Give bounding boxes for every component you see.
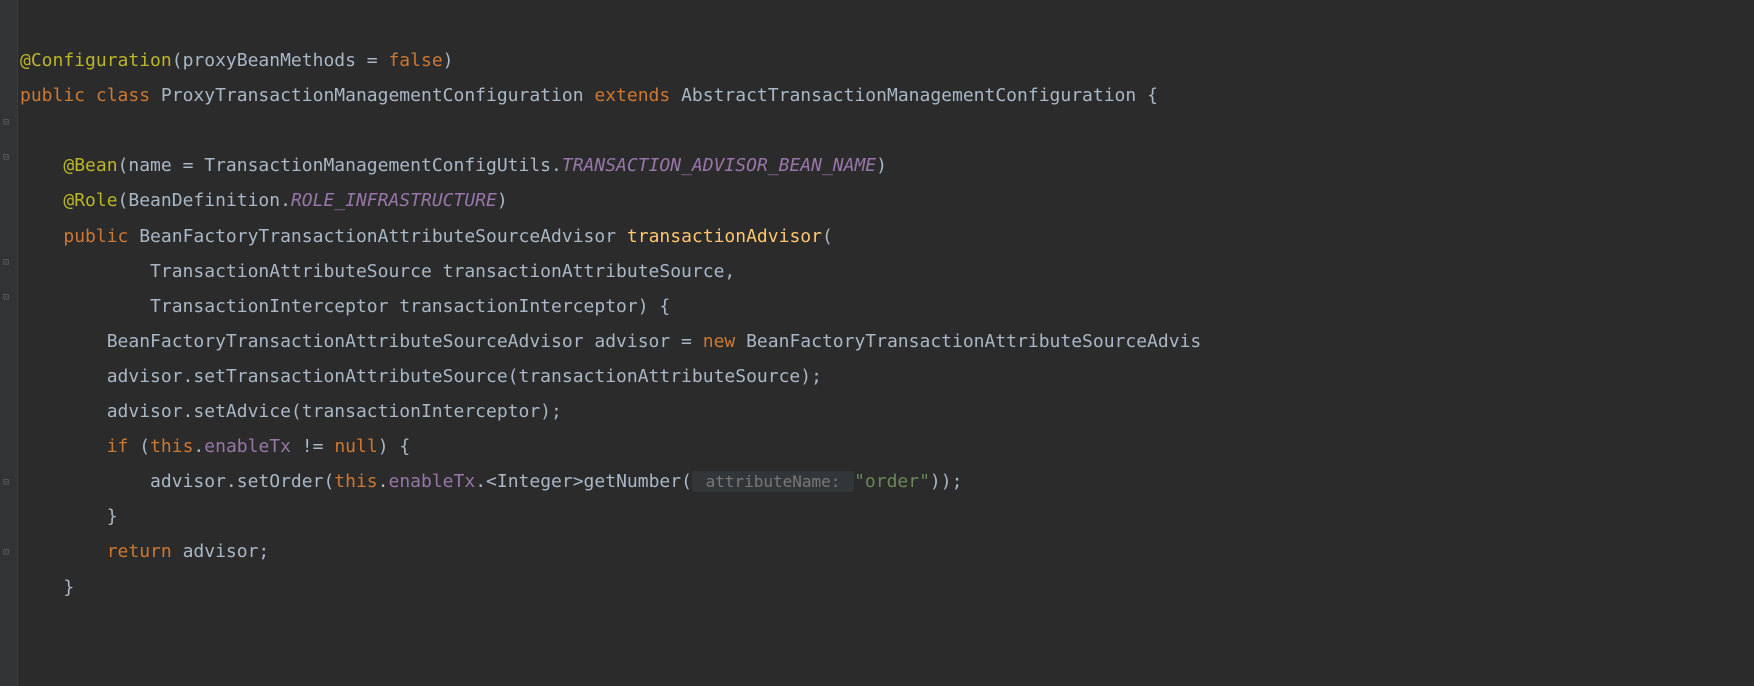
param-decl: TransactionInterceptor transactionInterc… (150, 296, 670, 317)
code-line: advisor.setOrder(this.enableTx.<Integer>… (20, 471, 962, 492)
fold-marker-icon[interactable]: ⊟ (3, 478, 13, 488)
code-line: @Bean(name = TransactionManagementConfig… (20, 155, 887, 176)
fold-marker-icon[interactable]: ⊡ (3, 293, 13, 303)
editor-gutter: ⊟ ⊟ ⊡ ⊡ ⊟ ⊡ (0, 0, 18, 686)
code-line: return advisor; (20, 541, 269, 562)
fold-marker-icon[interactable]: ⊡ (3, 548, 13, 558)
code-line: if (this.enableTx != null) { (20, 436, 410, 457)
operator: != (291, 436, 334, 457)
keyword-public: public (63, 226, 139, 247)
field-ref: enableTx (204, 436, 291, 457)
code-text: advisor; (183, 541, 270, 562)
brace: } (107, 506, 118, 527)
fold-marker-icon[interactable]: ⊟ (3, 118, 13, 128)
code-line: @Configuration(proxyBeanMethods = false) (20, 50, 454, 71)
keyword-false: false (388, 50, 442, 71)
paren: ) (876, 155, 887, 176)
annotation: @Configuration (20, 50, 172, 71)
param-decl: TransactionAttributeSource transactionAt… (150, 261, 735, 282)
keyword-public-class: public class (20, 85, 161, 106)
code-text: .<Integer>getNumber( (475, 471, 692, 492)
code-line: TransactionInterceptor transactionInterc… (20, 296, 670, 317)
code-text: (name = TransactionManagementConfigUtils… (118, 155, 562, 176)
code-text: BeanFactoryTransactionAttributeSourceAdv… (746, 331, 1201, 352)
paren: )); (930, 471, 963, 492)
string-literal: "order" (854, 471, 930, 492)
dot: . (193, 436, 204, 457)
code-line: advisor.setTransactionAttributeSource(tr… (20, 366, 822, 387)
paren: ) (497, 190, 508, 211)
keyword-null: null (334, 436, 377, 457)
code-text: BeanFactoryTransactionAttributeSourceAdv… (107, 331, 703, 352)
code-line: advisor.setAdvice(transactionInterceptor… (20, 401, 562, 422)
paren: ( (822, 226, 833, 247)
code-editor-content[interactable]: @Configuration(proxyBeanMethods = false)… (20, 8, 1201, 605)
dot: . (378, 471, 389, 492)
paren: ( (172, 50, 183, 71)
code-line: BeanFactoryTransactionAttributeSourceAdv… (20, 331, 1201, 352)
keyword-if: if (107, 436, 140, 457)
paren: ( (139, 436, 150, 457)
static-field: TRANSACTION_ADVISOR_BEAN_NAME (562, 155, 876, 176)
brace: } (63, 577, 74, 598)
fold-marker-icon[interactable]: ⊡ (3, 258, 13, 268)
static-field: ROLE_INFRASTRUCTURE (291, 190, 497, 211)
class-name: ProxyTransactionManagementConfiguration (161, 85, 594, 106)
code-line: TransactionAttributeSource transactionAt… (20, 261, 735, 282)
keyword-this: this (150, 436, 193, 457)
keyword-new: new (703, 331, 746, 352)
keyword-return: return (107, 541, 183, 562)
super-class: AbstractTransactionManagementConfigurati… (681, 85, 1158, 106)
method-name: transactionAdvisor (627, 226, 822, 247)
keyword-this: this (334, 471, 377, 492)
code-line: public class ProxyTransactionManagementC… (20, 85, 1158, 106)
annotation: @Role (63, 190, 117, 211)
code-line: public BeanFactoryTransactionAttributeSo… (20, 226, 833, 247)
param: proxyBeanMethods = (183, 50, 389, 71)
annotation: @Bean (63, 155, 117, 176)
parameter-hint: attributeName: (692, 471, 854, 492)
code-text: advisor.setOrder( (150, 471, 334, 492)
fold-marker-icon[interactable]: ⊟ (3, 153, 13, 163)
code-text: advisor.setAdvice(transactionInterceptor… (107, 401, 562, 422)
field-ref: enableTx (388, 471, 475, 492)
code-line: } (20, 506, 118, 527)
keyword-extends: extends (594, 85, 681, 106)
code-text: advisor.setTransactionAttributeSource(tr… (107, 366, 822, 387)
code-line: @Role(BeanDefinition.ROLE_INFRASTRUCTURE… (20, 190, 508, 211)
code-text: (BeanDefinition. (118, 190, 291, 211)
return-type: BeanFactoryTransactionAttributeSourceAdv… (139, 226, 627, 247)
brace: ) { (378, 436, 411, 457)
code-line: } (20, 577, 74, 598)
paren: ) (443, 50, 454, 71)
